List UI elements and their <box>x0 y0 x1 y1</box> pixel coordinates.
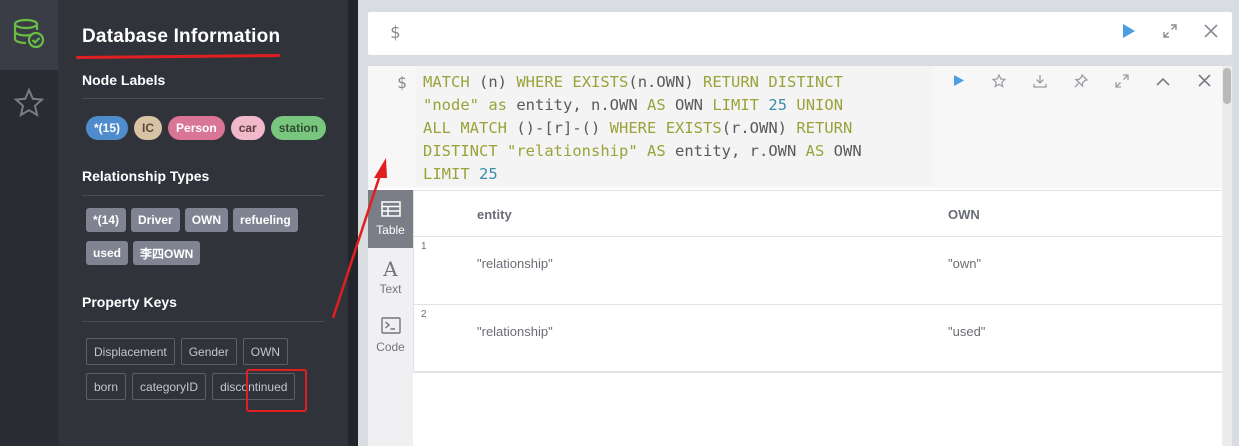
sidebar-title: Database Information <box>82 26 281 47</box>
table-row[interactable]: 1 "relationship" "own" <box>414 237 1222 305</box>
pin-icon <box>1074 73 1089 93</box>
frame-prompt: $ <box>397 73 407 92</box>
tab-text[interactable]: A Text <box>368 248 413 306</box>
star-icon <box>991 73 1007 93</box>
relationship-type-chip[interactable]: 李四OWN <box>133 241 201 265</box>
rerun-button[interactable] <box>945 72 973 94</box>
cell-own: "used" <box>948 324 986 339</box>
download-icon <box>1033 74 1047 93</box>
relationship-type-chip[interactable]: Driver <box>131 208 180 232</box>
pin-button[interactable] <box>1067 72 1095 94</box>
annotation-highlight-box <box>246 369 307 412</box>
tab-table[interactable]: Table <box>368 190 413 248</box>
tab-text-label: Text <box>379 281 402 296</box>
tab-table-label: Table <box>376 223 405 237</box>
divider <box>82 321 324 322</box>
database-icon <box>13 17 45 54</box>
close-icon <box>1204 24 1218 43</box>
cell-entity: "relationship" <box>477 324 553 339</box>
maximize-button[interactable] <box>1108 72 1136 94</box>
tab-code-label: Code <box>376 339 405 354</box>
close-frame-button[interactable] <box>1190 72 1218 94</box>
database-info-sidebar: Database Information Node Labels *(15) I… <box>58 0 348 446</box>
property-key-chip[interactable]: OWN <box>242 338 289 365</box>
column-header: entity <box>477 207 512 222</box>
editor-prompt: $ <box>390 23 401 43</box>
cell-entity: "relationship" <box>477 256 553 271</box>
frame-scrollbar[interactable] <box>1222 66 1232 446</box>
relationship-type-chip[interactable]: *(14) <box>86 208 127 232</box>
collapse-button[interactable] <box>1149 72 1177 94</box>
favorites-tab[interactable] <box>0 70 58 140</box>
fullscreen-button[interactable] <box>1155 12 1185 55</box>
scrollbar-thumb[interactable] <box>1223 68 1231 104</box>
node-labels-title: Node Labels <box>82 72 166 88</box>
node-label-chip[interactable]: car <box>230 116 265 140</box>
database-tab[interactable] <box>0 0 58 70</box>
property-key-chip[interactable]: Displacement <box>86 338 175 365</box>
relationship-types-list: *(14) Driver OWN refueling used 李四OWN <box>82 208 330 265</box>
tab-code[interactable]: Code <box>368 306 413 364</box>
query-text[interactable]: MATCH (n) WHERE EXISTS(n.OWN) RETURN DIS… <box>423 71 931 186</box>
node-labels-list: *(15) IC Person car station <box>82 116 330 140</box>
play-icon <box>1122 23 1136 44</box>
expand-icon <box>1115 73 1129 93</box>
property-keys-title: Property Keys <box>82 294 177 310</box>
property-key-chip[interactable]: born <box>86 373 127 400</box>
clear-button[interactable] <box>1196 12 1226 55</box>
run-button[interactable] <box>1114 12 1144 55</box>
sidebar-resize-strip <box>348 0 358 446</box>
result-table: entity OWN 1 "relationship" "own" 2 "rel… <box>413 190 1223 373</box>
play-icon <box>953 74 965 92</box>
text-icon: A <box>383 256 398 281</box>
relationship-type-chip[interactable]: OWN <box>184 208 229 232</box>
relationship-type-chip[interactable]: refueling <box>233 208 298 232</box>
expand-icon <box>1163 24 1177 43</box>
property-key-chip[interactable]: Gender <box>180 338 237 365</box>
table-icon <box>380 201 401 220</box>
table-header: entity OWN <box>414 191 1222 237</box>
favorite-button[interactable] <box>985 72 1013 94</box>
close-icon <box>1197 74 1211 92</box>
chevron-up-icon <box>1156 74 1170 92</box>
node-label-chip[interactable]: station <box>270 116 327 140</box>
divider <box>82 195 324 196</box>
row-number: 1 <box>421 241 427 252</box>
column-header: OWN <box>948 207 980 222</box>
divider <box>82 98 324 99</box>
export-button[interactable] <box>1026 72 1054 94</box>
code-icon <box>380 316 401 337</box>
table-row[interactable]: 2 "relationship" "used" <box>414 305 1222 373</box>
row-number: 2 <box>421 309 427 320</box>
icon-rail <box>0 0 58 446</box>
query-editor[interactable]: $ <box>368 12 1232 55</box>
node-label-chip[interactable]: IC <box>134 116 163 140</box>
node-label-chip[interactable]: Person <box>168 116 225 140</box>
cell-own: "own" <box>948 256 982 271</box>
node-label-chip[interactable]: *(15) <box>86 116 129 140</box>
view-tabs: Table A Text Code <box>368 190 413 446</box>
result-frame: $ MATCH (n) WHERE EXISTS(n.OWN) RETURN D… <box>368 66 1232 446</box>
property-key-chip[interactable]: categoryID <box>132 373 207 400</box>
relationship-type-chip[interactable]: used <box>86 241 129 265</box>
star-icon <box>13 86 45 123</box>
main-stream: $ $ MATCH (n) WHERE EXISTS(n.OWN) RETURN… <box>358 0 1239 446</box>
relationship-types-title: Relationship Types <box>82 168 210 184</box>
